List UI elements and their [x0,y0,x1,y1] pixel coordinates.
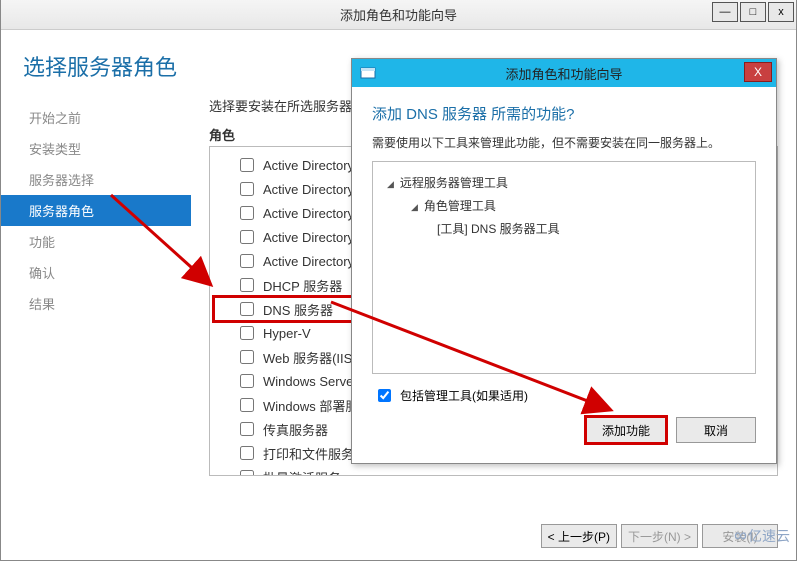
role-checkbox[interactable] [240,446,254,460]
sidebar-item-confirm[interactable]: 确认 [1,257,191,288]
tree-node-role-tools: 角色管理工具 [383,195,745,218]
role-label: Hyper-V [263,326,311,341]
include-tools-checkbox[interactable]: 包括管理工具(如果适用) [374,386,756,405]
role-checkbox[interactable] [240,326,254,340]
watermark: ∞ 亿速云 [734,525,790,546]
role-label: Active Directory [263,182,354,197]
dialog-note: 需要使用以下工具来管理此功能，但不需要安装在同一服务器上。 [372,134,756,151]
window-title: 添加角色和功能向导 [340,5,457,24]
role-row[interactable]: 批量激活服务 [214,465,773,476]
role-checkbox[interactable] [240,158,254,172]
role-label: Web 服务器(IIS) [263,348,357,367]
titlebar: 添加角色和功能向导 — □ x [1,0,796,30]
role-checkbox[interactable] [240,470,254,476]
role-label: Active Directory [263,206,354,221]
wizard-icon [358,63,378,83]
dialog-close-button[interactable]: X [744,62,772,82]
role-label: Windows Server [263,374,358,389]
role-label: DHCP 服务器 [263,276,342,295]
role-label: Active Directory [263,158,354,173]
dialog-title: 添加角色和功能向导 [505,64,622,83]
sidebar-item-before-begin[interactable]: 开始之前 [1,102,191,133]
role-label: DNS 服务器 [263,300,333,319]
include-tools-checkbox-input[interactable] [378,389,391,402]
sidebar-item-server-roles[interactable]: 服务器角色 [1,195,191,226]
role-checkbox[interactable] [240,422,254,436]
window-controls: — □ x [712,0,796,22]
add-features-dialog: 添加角色和功能向导 X 添加 DNS 服务器 所需的功能? 需要使用以下工具来管… [351,58,777,464]
close-button[interactable]: x [768,2,794,22]
role-label: Active Directory [263,230,354,245]
sidebar-item-results[interactable]: 结果 [1,288,191,319]
role-checkbox[interactable] [240,398,254,412]
role-checkbox[interactable] [240,302,254,316]
role-checkbox[interactable] [240,278,254,292]
tree-node-dns-tools: [工具] DNS 服务器工具 [383,218,745,241]
role-checkbox[interactable] [240,182,254,196]
tree-node-remote-admin: 远程服务器管理工具 [383,172,745,195]
role-checkbox[interactable] [240,206,254,220]
next-button: 下一步(N) > [621,524,698,548]
role-label: 传真服务器 [263,420,328,439]
features-tree: 远程服务器管理工具 角色管理工具 [工具] DNS 服务器工具 [372,161,756,374]
role-checkbox[interactable] [240,230,254,244]
page-title: 选择服务器角色 [23,50,177,82]
sidebar-item-install-type[interactable]: 安装类型 [1,133,191,164]
dialog-question: 添加 DNS 服务器 所需的功能? [372,103,756,124]
sidebar: 开始之前 安装类型 服务器选择 服务器角色 功能 确认 结果 [1,92,191,512]
include-tools-label: 包括管理工具(如果适用) [400,387,528,404]
role-checkbox[interactable] [240,254,254,268]
wizard-window: 添加角色和功能向导 — □ x 选择服务器角色 目标服务器 开始之前 安装类型 … [0,0,797,561]
role-checkbox[interactable] [240,374,254,388]
dialog-cancel-button[interactable]: 取消 [676,417,756,443]
watermark-text: 亿速云 [748,526,790,546]
minimize-button[interactable]: — [712,2,738,22]
role-checkbox[interactable] [240,350,254,364]
add-features-button[interactable]: 添加功能 [586,417,666,443]
dialog-titlebar: 添加角色和功能向导 X [352,59,776,87]
maximize-button[interactable]: □ [740,2,766,22]
sidebar-item-features[interactable]: 功能 [1,226,191,257]
role-label: 批量激活服务 [263,468,341,477]
dialog-buttons: 添加功能 取消 [372,413,756,455]
sidebar-item-server-select[interactable]: 服务器选择 [1,164,191,195]
role-label: Active Directory [263,254,354,269]
prev-button[interactable]: < 上一步(P) [541,524,617,548]
watermark-icon: ∞ [734,525,744,546]
role-label: 打印和文件服务 [263,444,354,463]
dialog-body: 添加 DNS 服务器 所需的功能? 需要使用以下工具来管理此功能，但不需要安装在… [352,87,776,463]
